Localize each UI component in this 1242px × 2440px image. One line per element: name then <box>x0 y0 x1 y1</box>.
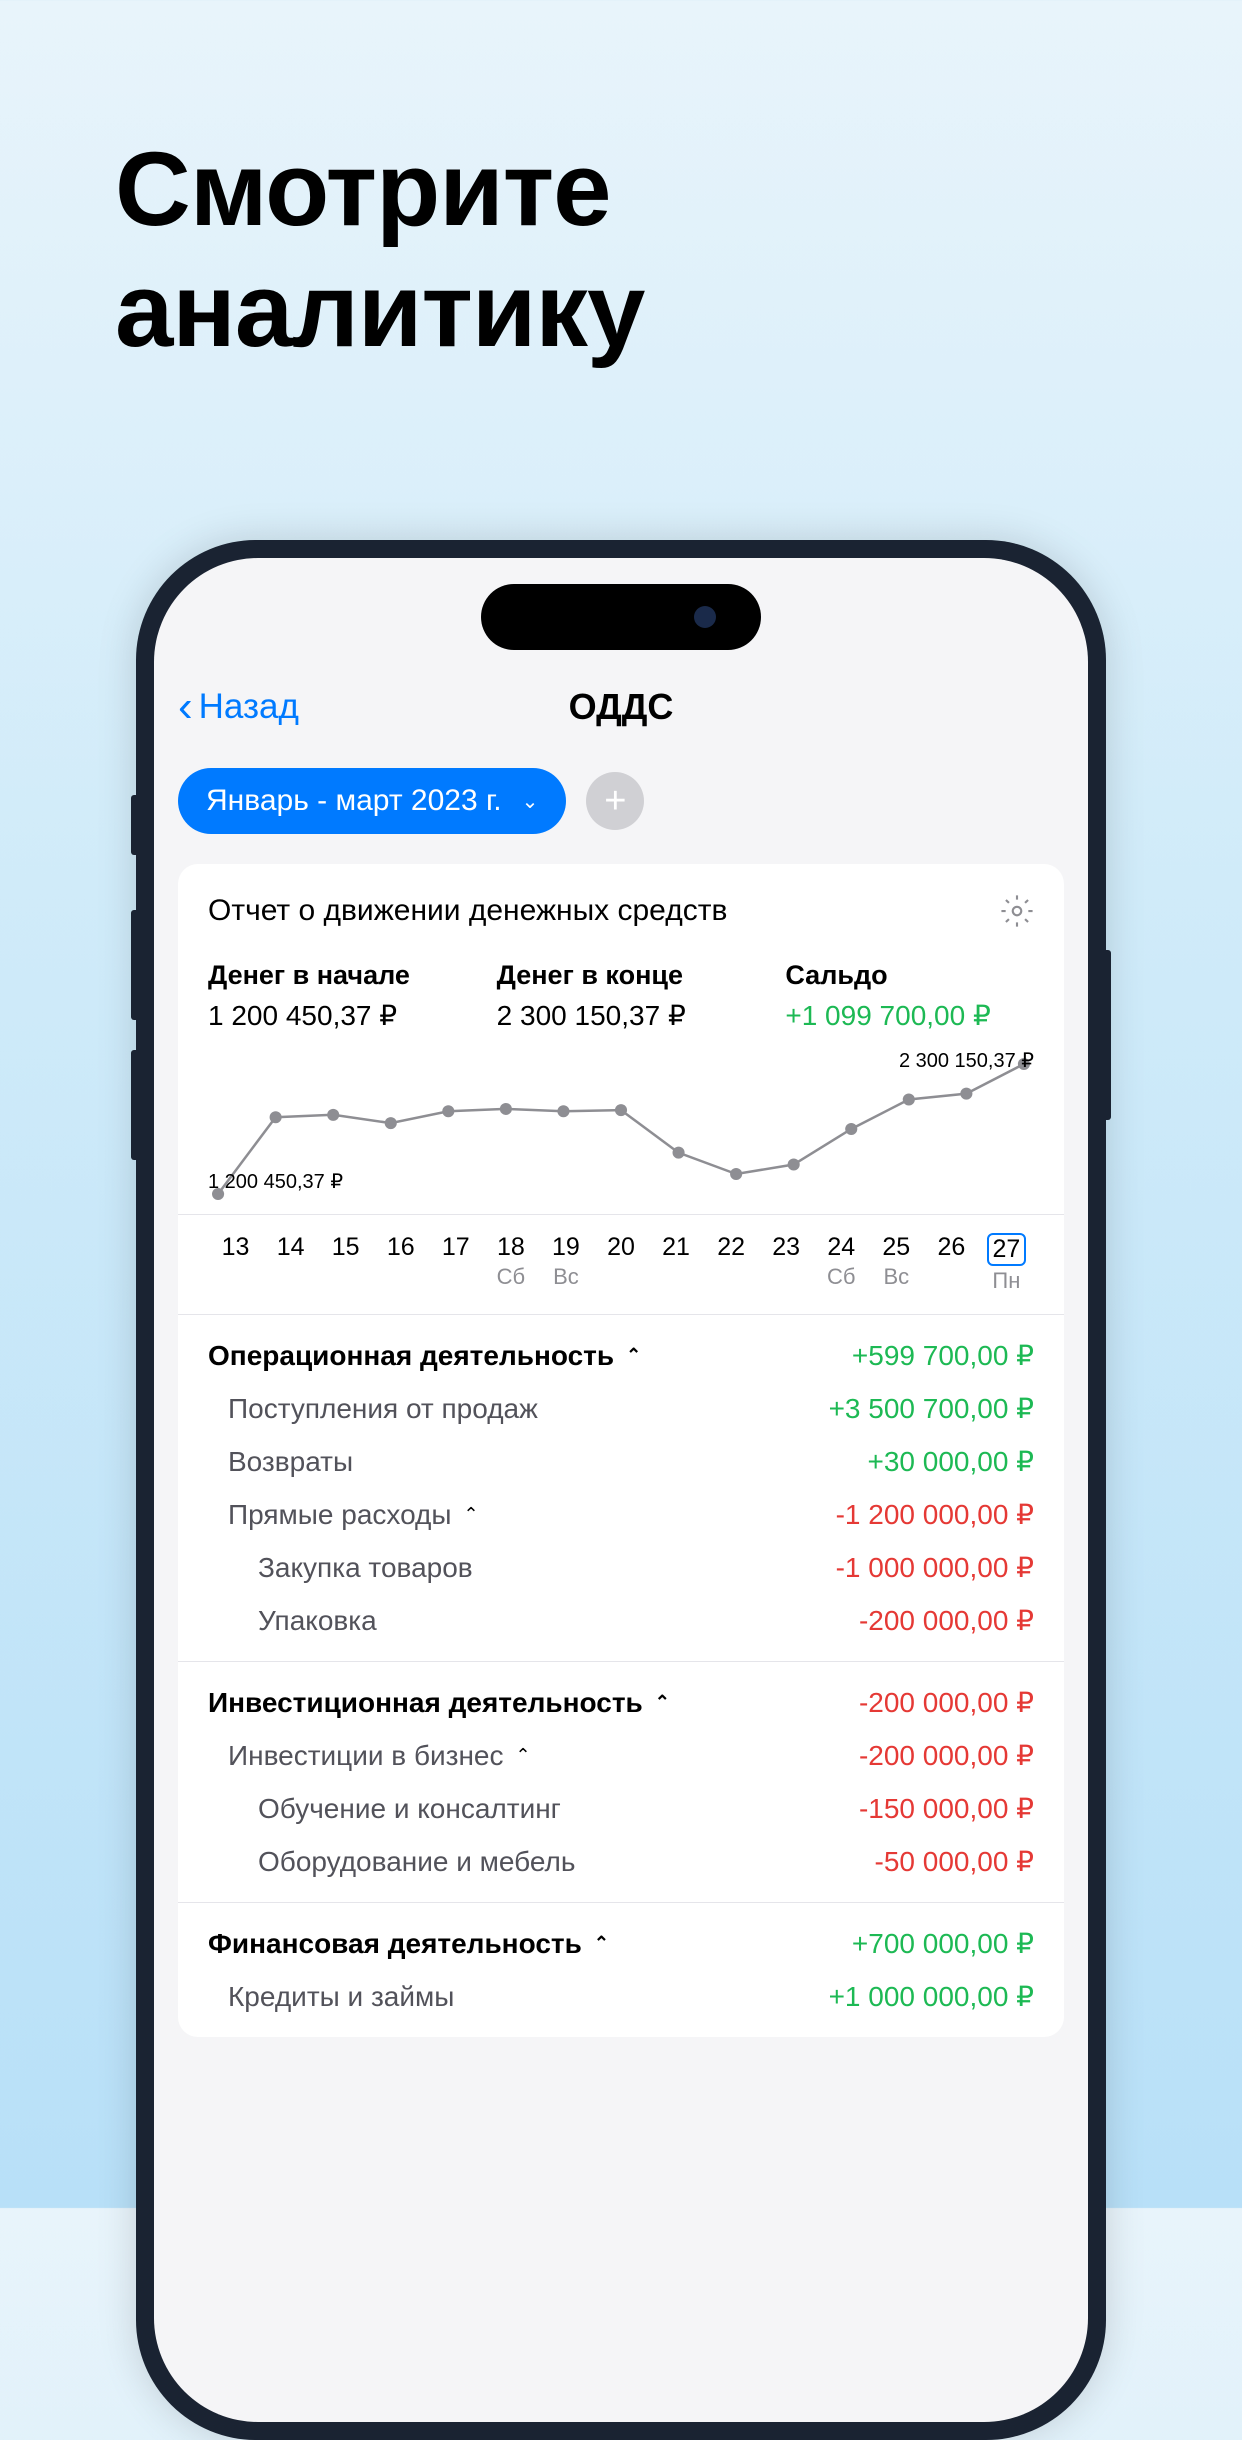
chevron-up-icon: ⌃ <box>516 1745 531 1766</box>
date-item[interactable]: 14 <box>263 1223 318 1294</box>
section-operations-header[interactable]: Операционная деятельность⌃ +599 700,00 ₽ <box>208 1339 1034 1372</box>
card-title: Отчет о движении денежных средств <box>208 894 727 928</box>
list-item[interactable]: Прямые расходы⌃ -1 200 000,00 ₽ <box>208 1478 1034 1531</box>
date-item[interactable]: 16 <box>373 1223 428 1294</box>
date-item[interactable]: 18Сб <box>483 1223 538 1294</box>
chart-end-label: 2 300 150,37 ₽ <box>899 1048 1034 1073</box>
list-item[interactable]: Упаковка -200 000,00 ₽ <box>208 1584 1034 1637</box>
summary-start-label: Денег в начале <box>208 960 457 991</box>
date-item[interactable]: 26 <box>924 1223 979 1294</box>
list-item[interactable]: Оборудование и мебель -50 000,00 ₽ <box>208 1825 1034 1878</box>
date-item[interactable]: 27Пн <box>979 1223 1034 1294</box>
plus-icon: + <box>604 780 626 823</box>
add-button[interactable]: + <box>586 772 644 830</box>
marketing-headline: Смотрите аналитику <box>0 0 1242 372</box>
section-investments-amount: -200 000,00 ₽ <box>859 1686 1034 1719</box>
date-item[interactable]: 15 <box>318 1223 373 1294</box>
chevron-up-icon: ⌃ <box>626 1345 641 1366</box>
chevron-down-icon: ⌄ <box>522 789 539 814</box>
back-label: Назад <box>199 687 299 727</box>
date-item[interactable]: 19Вс <box>538 1223 593 1294</box>
page-title: ОДДС <box>569 686 674 728</box>
date-item[interactable]: 24Сб <box>814 1223 869 1294</box>
chart-start-label: 1 200 450,37 ₽ <box>208 1169 343 1194</box>
chevron-up-icon: ⌃ <box>655 1692 670 1713</box>
period-selector[interactable]: Январь - март 2023 г. ⌄ <box>178 768 566 834</box>
date-axis[interactable]: 131415161718Сб19Вс2021222324Сб25Вс2627Пн <box>178 1214 1064 1314</box>
section-finance-header[interactable]: Финансовая деятельность⌃ +700 000,00 ₽ <box>208 1927 1034 1960</box>
phone-notch <box>481 584 761 650</box>
summary-start-value: 1 200 450,37 ₽ <box>208 999 457 1032</box>
phone-frame: ‹ Назад ОДДС Январь - март 2023 г. ⌄ + О… <box>136 540 1106 2440</box>
section-finance: Финансовая деятельность⌃ +700 000,00 ₽ К… <box>178 1902 1064 2037</box>
navbar: ‹ Назад ОДДС <box>154 668 1088 756</box>
section-investments-header[interactable]: Инвестиционная деятельность⌃ -200 000,00… <box>208 1686 1034 1719</box>
list-item[interactable]: Кредиты и займы +1 000 000,00 ₽ <box>208 1960 1034 2013</box>
list-item[interactable]: Инвестиции в бизнес⌃ -200 000,00 ₽ <box>208 1719 1034 1772</box>
date-item[interactable]: 21 <box>649 1223 704 1294</box>
date-item[interactable]: 23 <box>759 1223 814 1294</box>
list-item[interactable]: Закупка товаров -1 000 000,00 ₽ <box>208 1531 1034 1584</box>
chevron-up-icon: ⌃ <box>594 1933 609 1954</box>
date-item[interactable]: 25Вс <box>869 1223 924 1294</box>
list-item[interactable]: Возвраты +30 000,00 ₽ <box>208 1425 1034 1478</box>
date-item[interactable]: 17 <box>428 1223 483 1294</box>
date-item[interactable]: 20 <box>593 1223 648 1294</box>
section-finance-amount: +700 000,00 ₽ <box>852 1927 1034 1960</box>
cash-flow-chart: 2 300 150,37 ₽ 1 200 450,37 ₽ <box>208 1054 1034 1204</box>
report-card: Отчет о движении денежных средств Денег … <box>178 864 1064 2037</box>
date-item[interactable]: 13 <box>208 1223 263 1294</box>
section-operations-amount: +599 700,00 ₽ <box>852 1339 1034 1372</box>
summary-end-value: 2 300 150,37 ₽ <box>497 999 746 1032</box>
filter-bar: Январь - март 2023 г. ⌄ + <box>154 756 1088 864</box>
chevron-left-icon: ‹ <box>178 682 193 732</box>
back-button[interactable]: ‹ Назад <box>178 682 299 732</box>
summary-saldo-value: +1 099 700,00 ₽ <box>785 999 1034 1032</box>
list-item[interactable]: Поступления от продаж +3 500 700,00 ₽ <box>208 1372 1034 1425</box>
section-operations: Операционная деятельность⌃ +599 700,00 ₽… <box>178 1314 1064 1661</box>
summary-row: Денег в начале 1 200 450,37 ₽ Денег в ко… <box>178 952 1064 1054</box>
gear-icon[interactable] <box>1000 894 1034 928</box>
period-label: Январь - март 2023 г. <box>206 784 502 818</box>
section-investments: Инвестиционная деятельность⌃ -200 000,00… <box>178 1661 1064 1902</box>
date-item[interactable]: 22 <box>704 1223 759 1294</box>
chevron-up-icon: ⌃ <box>464 1504 479 1525</box>
summary-end-label: Денег в конце <box>497 960 746 991</box>
list-item[interactable]: Обучение и консалтинг -150 000,00 ₽ <box>208 1772 1034 1825</box>
summary-saldo-label: Сальдо <box>785 960 1034 991</box>
